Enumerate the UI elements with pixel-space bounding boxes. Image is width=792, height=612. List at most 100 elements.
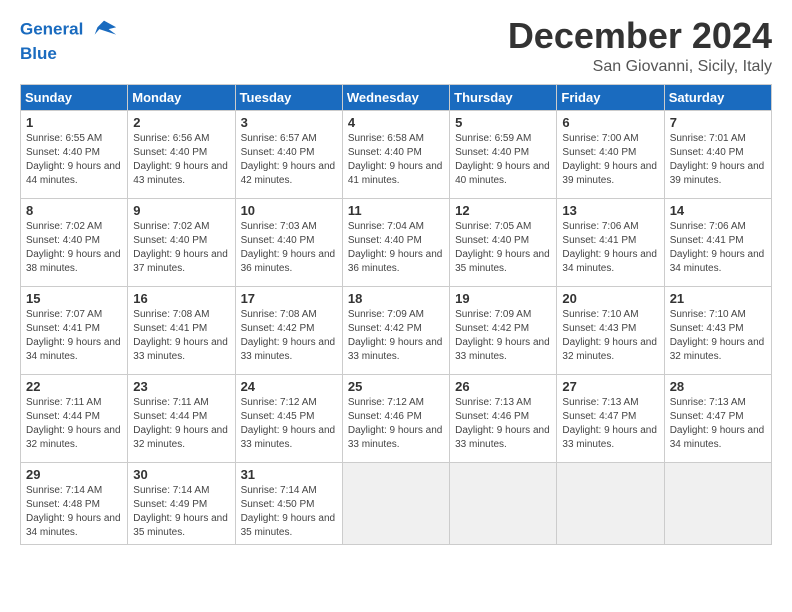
day-number: 12 (455, 203, 551, 218)
day-info: Sunrise: 7:14 AMSunset: 4:50 PMDaylight:… (241, 484, 337, 540)
day-info: Sunrise: 7:11 AMSunset: 4:44 PMDaylight:… (133, 396, 229, 452)
calendar-cell: 3Sunrise: 6:57 AMSunset: 4:40 PMDaylight… (235, 110, 342, 198)
subtitle: San Giovanni, Sicily, Italy (508, 58, 772, 76)
day-number: 13 (562, 203, 658, 218)
day-number: 18 (348, 291, 444, 306)
day-number: 4 (348, 115, 444, 130)
day-info: Sunrise: 7:09 AMSunset: 4:42 PMDaylight:… (455, 308, 551, 364)
logo-general: General (20, 19, 83, 38)
calendar-cell: 20 Sunrise: 7:10 AMSunset: 4:43 PMDayligh… (557, 286, 664, 374)
day-info: Sunrise: 7:10 AMSunset: 4:43 PMDaylight:… (562, 308, 658, 364)
calendar-cell: 4 Sunrise: 6:58 AMSunset: 4:40 PMDaylight… (342, 110, 449, 198)
day-info: Sunrise: 7:11 AMSunset: 4:44 PMDaylight:… (26, 396, 122, 452)
logo: General Blue (20, 16, 118, 64)
day-info: Sunrise: 7:14 AMSunset: 4:48 PMDaylight:… (26, 484, 122, 540)
day-info: Sunrise: 7:12 AMSunset: 4:46 PMDaylight:… (348, 396, 444, 452)
calendar-cell: 28 Sunrise: 7:13 AMSunset: 4:47 PMDayligh… (664, 374, 771, 462)
day-number: 9 (133, 203, 229, 218)
day-info: Sunrise: 7:03 AMSunset: 4:40 PMDaylight:… (241, 220, 337, 276)
calendar-cell: 11 Sunrise: 7:04 AMSunset: 4:40 PMDayligh… (342, 198, 449, 286)
weekday-tuesday: Tuesday (235, 84, 342, 110)
day-info: Sunrise: 7:06 AMSunset: 4:41 PMDaylight:… (562, 220, 658, 276)
day-info: Sunrise: 7:13 AMSunset: 4:46 PMDaylight:… (455, 396, 551, 452)
day-number: 21 (670, 291, 766, 306)
month-title: December 2024 (508, 16, 772, 56)
weekday-monday: Monday (128, 84, 235, 110)
calendar-cell: 14Sunrise: 7:06 AMSunset: 4:41 PMDayligh… (664, 198, 771, 286)
day-info: Sunrise: 6:58 AMSunset: 4:40 PMDaylight:… (348, 132, 444, 188)
day-info: Sunrise: 7:07 AMSunset: 4:41 PMDaylight:… (26, 308, 122, 364)
day-number: 28 (670, 379, 766, 394)
day-number: 3 (241, 115, 337, 130)
calendar-cell: 23 Sunrise: 7:11 AMSunset: 4:44 PMDayligh… (128, 374, 235, 462)
day-info: Sunrise: 7:04 AMSunset: 4:40 PMDaylight:… (348, 220, 444, 276)
day-number: 15 (26, 291, 122, 306)
day-info: Sunrise: 6:59 AMSunset: 4:40 PMDaylight:… (455, 132, 551, 188)
calendar-cell: 18 Sunrise: 7:09 AMSunset: 4:42 PMDayligh… (342, 286, 449, 374)
day-number: 2 (133, 115, 229, 130)
weekday-thursday: Thursday (450, 84, 557, 110)
calendar-table: SundayMondayTuesdayWednesdayThursdayFrid… (20, 84, 772, 545)
calendar-cell (450, 462, 557, 544)
day-info: Sunrise: 7:14 AMSunset: 4:49 PMDaylight:… (133, 484, 229, 540)
calendar-cell: 24Sunrise: 7:12 AMSunset: 4:45 PMDayligh… (235, 374, 342, 462)
day-number: 7 (670, 115, 766, 130)
day-info: Sunrise: 7:08 AMSunset: 4:42 PMDaylight:… (241, 308, 337, 364)
day-number: 29 (26, 467, 122, 482)
day-number: 14 (670, 203, 766, 218)
day-number: 31 (241, 467, 337, 482)
calendar-cell (342, 462, 449, 544)
day-number: 24 (241, 379, 337, 394)
calendar-week-4: 22 Sunrise: 7:11 AMSunset: 4:44 PMDayligh… (21, 374, 772, 462)
calendar-cell: 7 Sunrise: 7:01 AMSunset: 4:40 PMDaylight… (664, 110, 771, 198)
calendar-cell: 22 Sunrise: 7:11 AMSunset: 4:44 PMDayligh… (21, 374, 128, 462)
calendar-cell: 30 Sunrise: 7:14 AMSunset: 4:49 PMDayligh… (128, 462, 235, 544)
calendar-cell: 19 Sunrise: 7:09 AMSunset: 4:42 PMDayligh… (450, 286, 557, 374)
calendar-cell: 1Sunrise: 6:55 AMSunset: 4:40 PMDaylight… (21, 110, 128, 198)
weekday-saturday: Saturday (664, 84, 771, 110)
page-container: General Blue December 2024 San Giovanni,… (0, 0, 792, 555)
calendar-cell: 6Sunrise: 7:00 AMSunset: 4:40 PMDaylight… (557, 110, 664, 198)
calendar-cell: 15 Sunrise: 7:07 AMSunset: 4:41 PMDayligh… (21, 286, 128, 374)
day-info: Sunrise: 7:02 AMSunset: 4:40 PMDaylight:… (26, 220, 122, 276)
day-number: 22 (26, 379, 122, 394)
calendar-cell: 2 Sunrise: 6:56 AMSunset: 4:40 PMDaylight… (128, 110, 235, 198)
calendar-cell: 12 Sunrise: 7:05 AMSunset: 4:40 PMDayligh… (450, 198, 557, 286)
day-number: 11 (348, 203, 444, 218)
day-number: 16 (133, 291, 229, 306)
calendar-week-5: 29 Sunrise: 7:14 AMSunset: 4:48 PMDayligh… (21, 462, 772, 544)
calendar-cell: 21 Sunrise: 7:10 AMSunset: 4:43 PMDayligh… (664, 286, 771, 374)
day-info: Sunrise: 7:05 AMSunset: 4:40 PMDaylight:… (455, 220, 551, 276)
calendar-cell: 5Sunrise: 6:59 AMSunset: 4:40 PMDaylight… (450, 110, 557, 198)
calendar-cell (557, 462, 664, 544)
day-info: Sunrise: 7:01 AMSunset: 4:40 PMDaylight:… (670, 132, 766, 188)
weekday-header-row: SundayMondayTuesdayWednesdayThursdayFrid… (21, 84, 772, 110)
calendar-cell: 26 Sunrise: 7:13 AMSunset: 4:46 PMDayligh… (450, 374, 557, 462)
day-number: 20 (562, 291, 658, 306)
calendar-body: 1Sunrise: 6:55 AMSunset: 4:40 PMDaylight… (21, 110, 772, 544)
day-info: Sunrise: 6:55 AMSunset: 4:40 PMDaylight:… (26, 132, 122, 188)
calendar-cell: 13 Sunrise: 7:06 AMSunset: 4:41 PMDayligh… (557, 198, 664, 286)
calendar-cell: 27Sunrise: 7:13 AMSunset: 4:47 PMDayligh… (557, 374, 664, 462)
title-block: December 2024 San Giovanni, Sicily, Ital… (508, 16, 772, 76)
calendar-cell (664, 462, 771, 544)
day-info: Sunrise: 7:13 AMSunset: 4:47 PMDaylight:… (670, 396, 766, 452)
day-number: 25 (348, 379, 444, 394)
day-number: 26 (455, 379, 551, 394)
day-number: 30 (133, 467, 229, 482)
day-number: 8 (26, 203, 122, 218)
calendar-week-1: 1Sunrise: 6:55 AMSunset: 4:40 PMDaylight… (21, 110, 772, 198)
day-info: Sunrise: 7:09 AMSunset: 4:42 PMDaylight:… (348, 308, 444, 364)
day-number: 19 (455, 291, 551, 306)
calendar-week-3: 15 Sunrise: 7:07 AMSunset: 4:41 PMDayligh… (21, 286, 772, 374)
day-number: 23 (133, 379, 229, 394)
weekday-wednesday: Wednesday (342, 84, 449, 110)
day-info: Sunrise: 6:56 AMSunset: 4:40 PMDaylight:… (133, 132, 229, 188)
day-info: Sunrise: 7:10 AMSunset: 4:43 PMDaylight:… (670, 308, 766, 364)
calendar-cell: 9Sunrise: 7:02 AMSunset: 4:40 PMDaylight… (128, 198, 235, 286)
day-info: Sunrise: 7:08 AMSunset: 4:41 PMDaylight:… (133, 308, 229, 364)
calendar-cell: 16 Sunrise: 7:08 AMSunset: 4:41 PMDayligh… (128, 286, 235, 374)
day-number: 10 (241, 203, 337, 218)
calendar-cell: 8 Sunrise: 7:02 AMSunset: 4:40 PMDaylight… (21, 198, 128, 286)
calendar-cell: 10 Sunrise: 7:03 AMSunset: 4:40 PMDayligh… (235, 198, 342, 286)
